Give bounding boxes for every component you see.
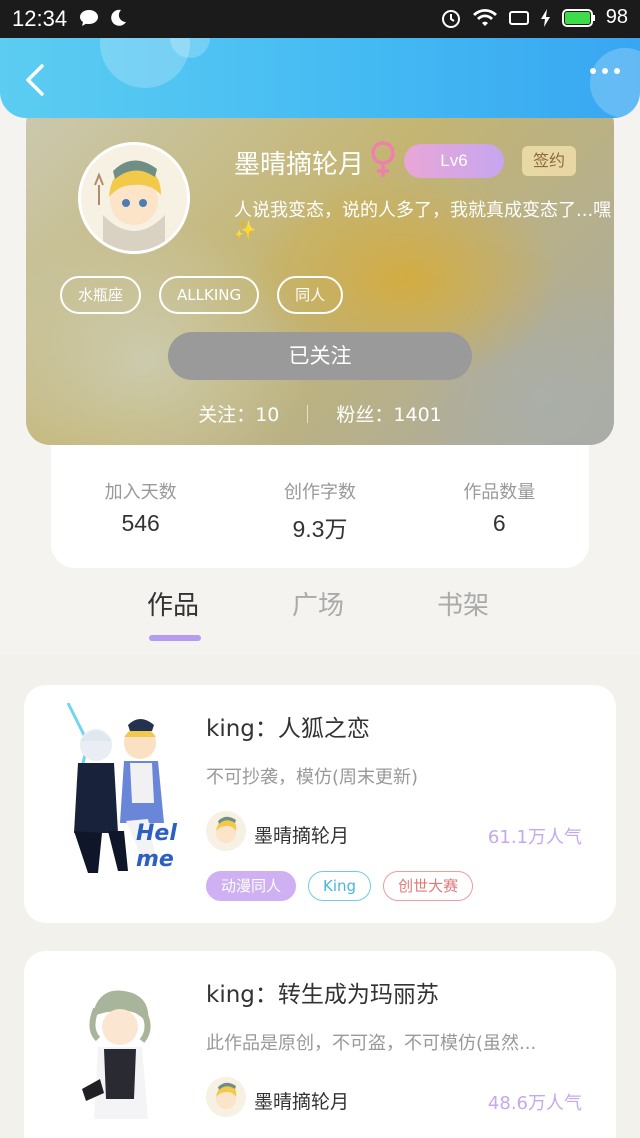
work-tags: 动漫同人 King 创世大赛: [206, 871, 474, 901]
more-icon[interactable]: [590, 68, 620, 74]
popularity-count: 61.1万人气: [487, 827, 582, 848]
following-count[interactable]: 关注：10: [198, 400, 279, 427]
status-time: 12:34: [12, 6, 68, 31]
top-header: [0, 38, 640, 118]
username: 墨晴摘轮月: [234, 150, 365, 180]
popularity-count: 48.6万人气: [487, 1093, 582, 1114]
work-card[interactable]: king：转生成为玛丽苏 此作品是原创，不可盗，不可模仿(虽然... 墨晴摘轮月…: [24, 951, 616, 1138]
cover-illustration: [48, 969, 188, 1138]
tab-bookshelf[interactable]: 书架: [437, 585, 489, 622]
work-tag[interactable]: 动漫同人: [206, 871, 297, 901]
stat-value: 6: [492, 510, 506, 536]
work-description: 此作品是原创，不可盗，不可模仿(虽然...: [206, 1033, 537, 1054]
back-icon[interactable]: [20, 60, 54, 100]
status-bar: 12:34 98: [0, 0, 640, 38]
moon-icon: [111, 9, 126, 26]
work-card[interactable]: Hel me king：人狐之恋 不可抄袭，模仿(周末更新) 墨晴摘轮月 61.…: [24, 685, 616, 923]
work-title[interactable]: king：转生成为玛丽苏: [206, 975, 439, 1009]
work-cover[interactable]: Hel me: [48, 703, 188, 883]
avatar[interactable]: [78, 142, 190, 254]
screen-icon: [508, 10, 529, 25]
level-badge: Lv6: [404, 144, 504, 178]
tab-active-indicator: [149, 635, 201, 641]
stat-work-count: 作品数量 6: [410, 444, 589, 568]
author-avatar[interactable]: [206, 811, 246, 851]
stats-card: 加入天数 546 创作字数 9.3万 作品数量 6: [51, 444, 589, 568]
stat-label: 作品数量: [463, 482, 536, 503]
follow-button[interactable]: 已关注: [168, 332, 472, 380]
stat-join-days: 加入天数 546: [51, 444, 230, 568]
user-bio: 人说我变态，说的人多了，我就真成变态了...嘿: [234, 200, 612, 221]
divider: [307, 404, 309, 423]
author-avatar-illustration: [206, 811, 246, 851]
author-name[interactable]: 墨晴摘轮月: [254, 821, 349, 848]
fans-count[interactable]: 粉丝：1401: [336, 400, 441, 427]
alarm-icon: [441, 9, 460, 28]
decor-bubble: [590, 48, 640, 118]
message-icon: [80, 10, 98, 26]
stat-word-count: 创作字数 9.3万: [230, 444, 409, 568]
signed-badge: 签约: [522, 146, 576, 176]
profile-tags: 水瓶座 ALLKING 同人: [60, 276, 344, 314]
profile-tag[interactable]: 水瓶座: [60, 276, 142, 314]
stat-label: 创作字数: [283, 482, 356, 503]
sparkle-icon: ✨: [234, 220, 257, 241]
profile-tag[interactable]: 同人: [277, 276, 344, 314]
cover-title: Hel me: [136, 821, 177, 872]
battery-icon: [561, 8, 595, 27]
follow-counts: 关注：10 粉丝：1401: [26, 400, 614, 427]
author-avatar-illustration: [206, 1077, 246, 1117]
tab-works[interactable]: 作品: [147, 585, 199, 622]
stat-value: 546: [121, 510, 160, 536]
work-cover[interactable]: [48, 969, 188, 1138]
profile-tag[interactable]: ALLKING: [159, 276, 260, 314]
work-tag[interactable]: King: [308, 871, 372, 901]
charging-icon: [540, 8, 550, 27]
work-tag[interactable]: 创世大赛: [383, 871, 474, 901]
avatar-illustration: [81, 145, 187, 251]
author-name[interactable]: 墨晴摘轮月: [254, 1087, 349, 1114]
wifi-icon: [472, 8, 497, 26]
work-title[interactable]: king：人狐之恋: [206, 709, 370, 743]
stat-label: 加入天数: [104, 482, 177, 503]
stat-value: 9.3万: [292, 516, 348, 542]
tab-bar: 作品 广场 书架: [0, 585, 640, 655]
tab-square[interactable]: 广场: [292, 585, 344, 622]
author-avatar[interactable]: [206, 1077, 246, 1117]
work-description: 不可抄袭，模仿(周末更新): [206, 767, 419, 788]
battery-level: 98: [605, 6, 628, 28]
female-icon: [371, 141, 395, 177]
profile-card: 墨晴摘轮月 Lv6 签约 人说我变态，说的人多了，我就真成变态了...嘿 ✨ 水…: [26, 100, 614, 445]
